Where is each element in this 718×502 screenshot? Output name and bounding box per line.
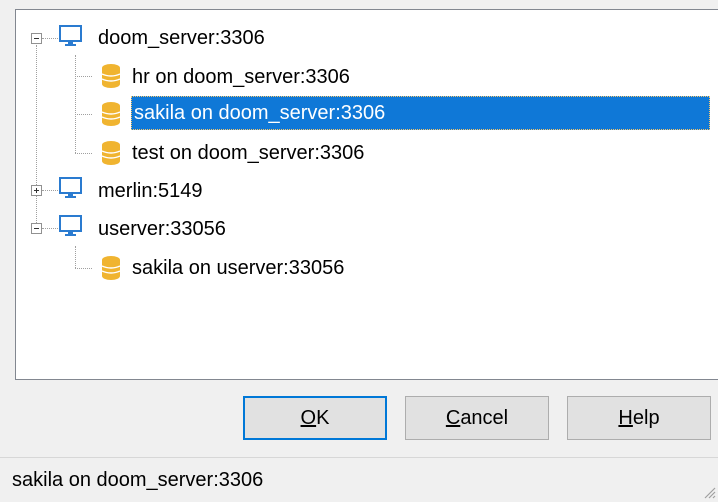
tree-node-server[interactable]: merlin:5149 — [95, 174, 206, 208]
tree-node-database[interactable]: hr on doom_server:3306 — [129, 60, 353, 94]
tree-line — [75, 268, 92, 269]
expand-toggle[interactable] — [31, 185, 42, 196]
tree-node-database-selected[interactable]: sakila on doom_server:3306 — [131, 96, 710, 130]
database-icon — [101, 141, 121, 165]
database-icon — [101, 256, 121, 280]
status-text: sakila on doom_server:3306 — [12, 469, 264, 491]
database-icon — [101, 102, 121, 126]
cancel-label: ancel — [460, 406, 509, 429]
tree-line — [75, 76, 92, 77]
ok-mnemonic: O — [300, 406, 317, 429]
tree-node-server[interactable]: userver:33056 — [95, 212, 229, 246]
tree-line — [42, 38, 58, 39]
tree-node-database[interactable]: test on doom_server:3306 — [129, 136, 367, 170]
tree-line — [42, 228, 58, 229]
tree-node-server[interactable]: doom_server:3306 — [95, 21, 268, 55]
monitor-icon — [59, 25, 82, 46]
help-button[interactable]: Help — [567, 396, 711, 440]
tree-line — [36, 45, 37, 225]
tree-line — [75, 114, 92, 115]
status-bar: sakila on doom_server:3306 — [0, 457, 718, 501]
database-icon — [101, 64, 121, 88]
tree-line — [75, 246, 76, 268]
tree-line — [75, 55, 76, 153]
collapse-toggle[interactable] — [31, 33, 42, 44]
monitor-icon — [59, 215, 82, 236]
collapse-toggle[interactable] — [31, 223, 42, 234]
help-label: elp — [632, 406, 660, 429]
tree-line — [75, 153, 92, 154]
tree-node-database[interactable]: sakila on userver:33056 — [129, 251, 347, 285]
cancel-mnemonic: C — [445, 406, 461, 429]
monitor-icon — [59, 177, 82, 198]
help-mnemonic: H — [618, 406, 633, 429]
cancel-button[interactable]: Cancel — [405, 396, 549, 440]
resize-grip-icon[interactable] — [702, 485, 716, 499]
ok-label: K — [316, 406, 330, 429]
tree-line — [42, 190, 58, 191]
connection-tree[interactable]: doom_server:3306 hr on doom_server:3306 … — [15, 9, 718, 380]
ok-button[interactable]: OK — [243, 396, 387, 440]
